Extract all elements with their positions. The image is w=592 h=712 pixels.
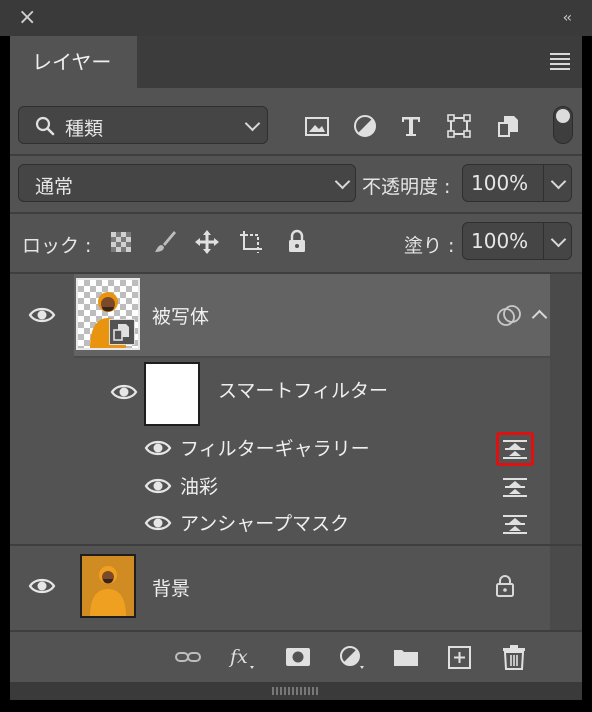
title-bar: × ‹‹	[0, 0, 592, 36]
opacity-value: 100%	[471, 171, 529, 195]
delete-layer-trash-icon[interactable]	[500, 644, 528, 670]
smart-filters-indicator-icon[interactable]	[496, 304, 522, 328]
eye-icon[interactable]	[110, 382, 138, 402]
tab-layers-label: レイヤー	[32, 50, 112, 74]
person-thumbnail-image	[82, 556, 134, 616]
smart-object-badge-icon	[109, 319, 135, 345]
layer-name[interactable]: 背景	[152, 574, 190, 601]
filter-kind-label: 種類	[65, 118, 104, 140]
lock-transparent-pixels-icon[interactable]	[108, 229, 134, 255]
type-layer-filter-icon[interactable]	[398, 113, 424, 139]
adjustment-layer-filter-icon[interactable]	[352, 113, 378, 139]
layers-panel: レイヤー 種類 通常 不透明度 : 100% ロック: 塗り: 100% 被…	[10, 36, 582, 700]
smart-filter-mask-thumbnail[interactable]	[144, 362, 200, 426]
eye-icon[interactable]	[28, 576, 56, 596]
layer-row-subject[interactable]	[74, 274, 550, 356]
lock-position-icon[interactable]	[194, 229, 220, 255]
chevron-down-icon[interactable]	[550, 173, 567, 190]
collapse-panel-icon[interactable]: ‹‹	[563, 10, 572, 26]
pixel-layer-filter-icon[interactable]	[304, 113, 330, 139]
eye-icon[interactable]	[144, 476, 172, 496]
layer-thumbnail[interactable]	[80, 554, 136, 618]
opacity-label: 不透明度 :	[362, 176, 451, 198]
filter-item-name[interactable]: 油彩	[180, 472, 218, 499]
filter-blending-options-icon[interactable]	[502, 477, 528, 497]
filter-item-name[interactable]: フィルターギャラリー	[180, 434, 370, 461]
lock-artboard-icon[interactable]	[238, 229, 264, 255]
blend-mode-select[interactable]: 通常	[18, 164, 356, 202]
fill-label: 塗り :	[404, 235, 455, 257]
lock-label: ロック :	[22, 235, 92, 257]
eye-icon[interactable]	[28, 305, 56, 325]
chevron-down-icon	[334, 173, 351, 190]
shape-layer-filter-icon[interactable]	[446, 113, 472, 139]
panel-tab-bar: レイヤー	[10, 36, 582, 88]
close-icon[interactable]: ×	[18, 7, 38, 29]
chevron-down-icon	[244, 115, 261, 132]
panel-menu-icon[interactable]	[550, 53, 570, 70]
layer-row-background[interactable]	[74, 546, 550, 628]
layer-filter-toggle[interactable]	[553, 106, 573, 144]
blend-mode-value: 通常	[35, 176, 74, 198]
lock-icon	[496, 575, 514, 597]
eye-icon[interactable]	[144, 513, 172, 533]
fill-field[interactable]: 100%	[462, 222, 572, 260]
layer-effects-icon[interactable]: fx	[228, 644, 256, 670]
filter-blending-options-icon[interactable]	[502, 514, 528, 534]
svg-text:fx: fx	[228, 646, 248, 668]
filter-item-name[interactable]: アンシャープマスク	[180, 509, 349, 536]
fill-value: 100%	[471, 229, 529, 253]
link-layers-icon[interactable]	[174, 644, 202, 670]
new-group-folder-icon[interactable]	[392, 644, 420, 670]
new-layer-icon[interactable]	[446, 644, 474, 670]
search-icon	[35, 116, 55, 136]
layers-bottom-toolbar: fx	[10, 630, 582, 682]
add-layer-mask-icon[interactable]	[284, 644, 312, 670]
layers-list: 被写体 スマートフィルター フィルターギャラリー 油彩 アンシャープマスク 背景	[10, 274, 582, 630]
lock-all-icon[interactable]	[284, 229, 310, 255]
highlight-box	[496, 432, 534, 466]
layer-name[interactable]: 被写体	[152, 302, 209, 329]
lock-image-pixels-icon[interactable]	[152, 229, 178, 255]
tab-layers[interactable]: レイヤー	[10, 36, 137, 88]
layer-thumbnail[interactable]	[76, 278, 140, 350]
eye-icon[interactable]	[144, 438, 172, 458]
panel-resize-grip[interactable]	[10, 682, 582, 700]
new-adjustment-layer-icon[interactable]	[338, 644, 366, 670]
divider	[10, 154, 582, 156]
divider	[10, 212, 582, 214]
filter-kind-select[interactable]: 種類	[18, 106, 268, 144]
smart-filters-label: スマートフィルター	[218, 380, 389, 402]
opacity-field[interactable]: 100%	[462, 164, 572, 202]
smart-object-filter-icon[interactable]	[496, 113, 522, 139]
chevron-down-icon[interactable]	[550, 231, 567, 248]
